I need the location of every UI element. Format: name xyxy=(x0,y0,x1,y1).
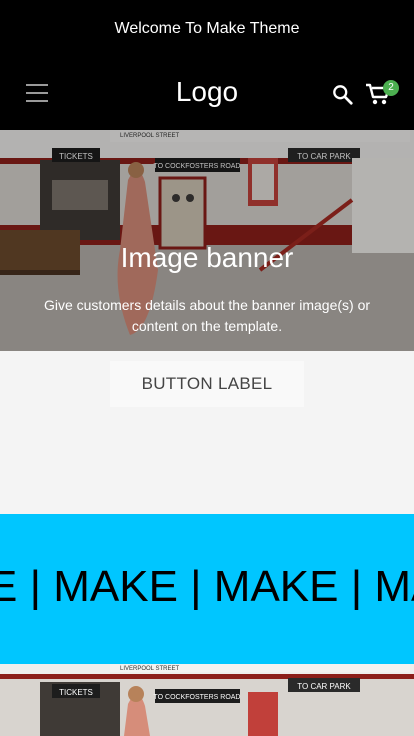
svg-text:TO CAR PARK: TO CAR PARK xyxy=(297,682,351,691)
banner-title: Image banner xyxy=(120,242,294,273)
cart-count-badge: 2 xyxy=(383,80,399,96)
image-banner: TICKETS TO COCKFOSTERS ROAD TO CAR PARK … xyxy=(0,130,414,351)
svg-text:LIVERPOOL STREET: LIVERPOOL STREET xyxy=(120,666,179,672)
site-header: Logo xyxy=(0,58,414,130)
announcement-text: Welcome To Make Theme xyxy=(114,20,300,37)
marquee-text: E | MAKE | MAKE | MAKE | M xyxy=(0,562,414,611)
station-photo: TICKETS TO COCKFOSTERS ROAD TO CAR PARK … xyxy=(0,664,414,736)
image-banner-repeat: TICKETS TO COCKFOSTERS ROAD TO CAR PARK … xyxy=(0,664,414,736)
svg-text:TICKETS: TICKETS xyxy=(59,688,93,697)
search-icon[interactable] xyxy=(332,84,354,106)
svg-text:TO COCKFOSTERS ROAD: TO COCKFOSTERS ROAD xyxy=(154,694,241,701)
button-section: BUTTON LABEL xyxy=(0,351,414,514)
scrolling-marquee: E | MAKE | MAKE | MAKE | M xyxy=(0,514,414,664)
banner-description: Give customers details about the banner … xyxy=(43,297,371,334)
announcement-bar: Welcome To Make Theme xyxy=(0,0,414,58)
banner-button[interactable]: BUTTON LABEL xyxy=(110,361,304,407)
